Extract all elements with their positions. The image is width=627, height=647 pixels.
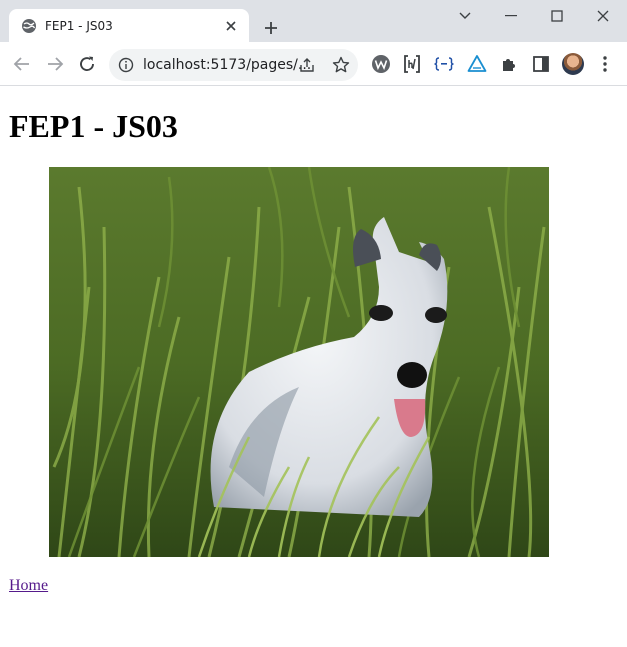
forward-button[interactable]: [41, 50, 69, 78]
profile-avatar[interactable]: [562, 53, 584, 75]
address-bar[interactable]: localhost:5173/pages/...: [109, 49, 358, 81]
tab-search-icon[interactable]: [442, 5, 488, 27]
minimize-button[interactable]: [488, 5, 534, 27]
triangle-extension-icon[interactable]: [466, 53, 488, 75]
html-extension-icon[interactable]: [401, 53, 423, 75]
home-link[interactable]: Home: [9, 577, 48, 595]
close-window-button[interactable]: [580, 5, 626, 27]
dog-photo: [49, 167, 549, 557]
page-content: FEP1 - JS03 Home: [0, 86, 627, 647]
browser-tab[interactable]: FEP1 - JS03: [9, 9, 249, 42]
close-tab-icon[interactable]: [222, 17, 240, 35]
menu-kebab-icon[interactable]: [594, 53, 616, 75]
tab-title: FEP1 - JS03: [45, 19, 113, 33]
w-extension-icon[interactable]: [370, 53, 392, 75]
globe-icon: [22, 19, 36, 33]
maximize-button[interactable]: [534, 5, 580, 27]
page-heading: FEP1 - JS03: [9, 108, 178, 144]
side-panel-icon[interactable]: [530, 53, 552, 75]
url-text: localhost:5173/pages/...: [143, 57, 312, 73]
new-tab-button[interactable]: [260, 17, 282, 39]
browser-chrome: FEP1 - JS03 localhost:5173/pages/...: [0, 0, 627, 86]
reload-button[interactable]: [73, 50, 101, 78]
puzzle-extensions-icon[interactable]: [498, 53, 520, 75]
forward-arrow-icon: [48, 57, 64, 71]
bookmark-star-icon[interactable]: [332, 56, 350, 74]
browser-toolbar: localhost:5173/pages/...: [0, 42, 627, 86]
share-icon[interactable]: [299, 57, 315, 73]
tab-strip: FEP1 - JS03: [0, 0, 627, 42]
back-button[interactable]: [8, 50, 36, 78]
reload-icon: [80, 56, 94, 71]
back-arrow-icon: [13, 57, 29, 71]
json-extension-icon[interactable]: [433, 53, 455, 75]
info-icon[interactable]: [118, 57, 134, 73]
